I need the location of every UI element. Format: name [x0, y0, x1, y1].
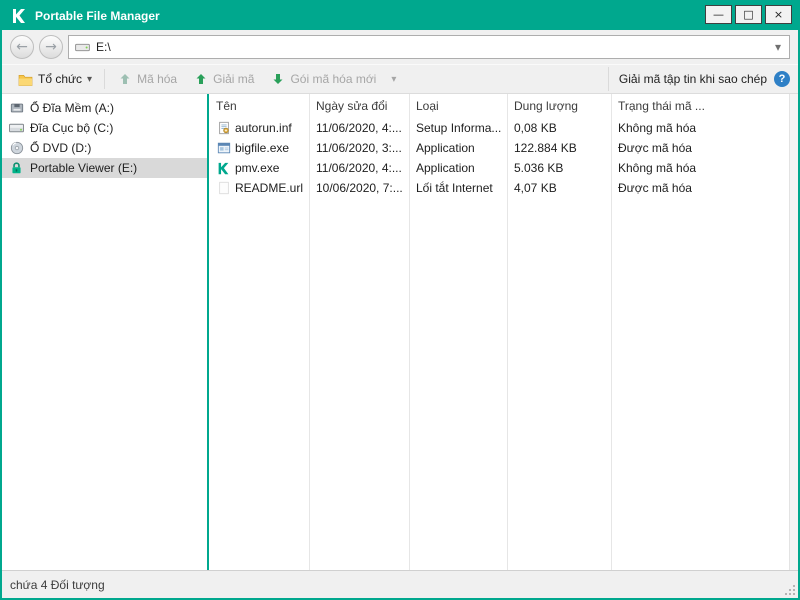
column-header-type[interactable]: Loại: [409, 99, 507, 113]
decrypt-on-copy-label: Giải mã tập tin khi sao chép: [618, 72, 767, 86]
sidebar-item-local-disk-c[interactable]: Đĩa Cục bộ (C:): [2, 118, 207, 138]
minimize-button[interactable]: —: [705, 5, 732, 24]
new-package-down-arrow-icon: [270, 72, 285, 87]
kaspersky-logo-icon: [10, 7, 28, 25]
file-type-cell: Setup Informa...: [416, 121, 502, 135]
file-row[interactable]: README.url 10/06/2020, 7:... Lối tắt Int…: [209, 178, 789, 198]
exe-file-icon: [216, 141, 231, 156]
encrypt-label: Mã hóa: [137, 72, 178, 86]
column-header-modified[interactable]: Ngày sửa đổi: [309, 99, 409, 113]
file-name-cell: bigfile.exe: [209, 141, 309, 156]
status-text: chứa 4 Đối tượng: [10, 577, 105, 592]
file-size-cell: 4,07 KB: [514, 181, 557, 195]
file-name: autorun.inf: [235, 121, 292, 135]
portable-file-manager-window: Portable File Manager — □ × ← → E:\ ▾ Tổ…: [0, 0, 800, 600]
file-modified-cell: 11/06/2020, 4:...: [316, 161, 402, 175]
main-area: Ổ Đĩa Mềm (A:) Đĩa Cục bộ (C:) Ổ DVD (D:…: [2, 94, 798, 570]
file-status-cell: Được mã hóa: [618, 141, 692, 155]
file-list: Tên Ngày sửa đổi Loại Dung lượng Trạng t…: [209, 94, 789, 570]
folder-icon: [18, 72, 33, 87]
file-modified-cell: 10/06/2020, 7:...: [316, 181, 403, 195]
close-button[interactable]: ×: [765, 5, 792, 24]
address-dropdown-icon[interactable]: ▾: [773, 40, 783, 54]
organize-button[interactable]: Tổ chức ▾: [10, 67, 100, 91]
vertical-scrollbar[interactable]: [789, 94, 798, 570]
file-name-cell: autorun.inf: [209, 121, 309, 136]
url-file-icon: [216, 181, 231, 196]
hard-drive-icon: [9, 121, 24, 136]
file-status-cell: Được mã hóa: [618, 181, 692, 195]
column-header-encryption-status[interactable]: Trạng thái mã ...: [611, 99, 789, 113]
encrypt-button[interactable]: Mã hóa: [109, 67, 185, 91]
toolbar: Tổ chức ▾ Mã hóa Giải mã Gói mã hóa mới …: [2, 64, 798, 94]
sidebar-item-label: Portable Viewer (E:): [30, 161, 138, 175]
file-row[interactable]: pmv.exe 11/06/2020, 4:... Application 5.…: [209, 158, 789, 178]
organize-label: Tổ chức: [38, 72, 83, 86]
file-name: README.url: [235, 181, 304, 195]
window-controls: — □ ×: [705, 2, 798, 30]
sidebar-item-label: Ổ Đĩa Mềm (A:): [30, 101, 115, 115]
sidebar-item-portable-viewer-e[interactable]: Portable Viewer (E:): [2, 158, 207, 178]
ini-file-icon: [216, 121, 231, 136]
back-button[interactable]: ←: [10, 35, 34, 59]
new-package-label: Gói mã hóa mới: [290, 72, 377, 86]
lock-icon: [9, 161, 24, 176]
file-row[interactable]: bigfile.exe 11/06/2020, 3:... Applicatio…: [209, 138, 789, 158]
file-type-cell: Application: [416, 141, 475, 155]
file-type-cell: Lối tắt Internet: [416, 181, 493, 195]
dvd-drive-icon: [9, 141, 24, 156]
status-bar: chứa 4 Đối tượng: [2, 570, 798, 598]
decrypt-label: Giải mã: [213, 72, 255, 86]
file-row[interactable]: autorun.inf 11/06/2020, 4:... Setup Info…: [209, 118, 789, 138]
column-header-size[interactable]: Dung lượng: [507, 99, 611, 113]
file-size-cell: 122.884 KB: [514, 141, 577, 155]
toolbar-right-group: Giải mã tập tin khi sao chép ?: [607, 67, 790, 91]
maximize-button[interactable]: □: [735, 5, 762, 24]
decrypt-up-arrow-icon: [193, 72, 208, 87]
drives-sidebar: Ổ Đĩa Mềm (A:) Đĩa Cục bộ (C:) Ổ DVD (D:…: [2, 94, 207, 570]
file-name: pmv.exe: [235, 161, 280, 175]
file-name-cell: README.url: [209, 181, 309, 196]
decrypt-button[interactable]: Giải mã: [185, 67, 262, 91]
window-title: Portable File Manager: [35, 9, 160, 23]
address-path: E:\: [96, 40, 111, 54]
sidebar-item-label: Đĩa Cục bộ (C:): [30, 121, 114, 135]
chevron-down-icon[interactable]: ▾: [391, 74, 396, 85]
file-status-cell: Không mã hóa: [618, 121, 697, 135]
drive-icon: [75, 40, 90, 55]
sidebar-item-dvd-d[interactable]: Ổ DVD (D:): [2, 138, 207, 158]
address-bar[interactable]: E:\ ▾: [68, 35, 790, 59]
new-package-button[interactable]: Gói mã hóa mới ▾: [262, 67, 404, 91]
file-modified-cell: 11/06/2020, 4:...: [316, 121, 402, 135]
column-headers: Tên Ngày sửa đổi Loại Dung lượng Trạng t…: [209, 94, 789, 118]
file-name-cell: pmv.exe: [209, 161, 309, 176]
file-modified-cell: 11/06/2020, 3:...: [316, 141, 402, 155]
toolbar-separator: [104, 69, 106, 89]
encrypt-up-arrow-icon: [117, 72, 132, 87]
forward-button[interactable]: →: [39, 35, 63, 59]
sidebar-item-floppy-a[interactable]: Ổ Đĩa Mềm (A:): [2, 98, 207, 118]
chevron-down-icon: ▾: [87, 73, 93, 85]
file-name: bigfile.exe: [235, 141, 290, 155]
help-icon[interactable]: ?: [774, 71, 790, 87]
file-size-cell: 5.036 KB: [514, 161, 564, 175]
floppy-drive-icon: [9, 101, 24, 116]
file-status-cell: Không mã hóa: [618, 161, 697, 175]
kaspersky-file-icon: [216, 161, 231, 176]
sidebar-item-label: Ổ DVD (D:): [30, 141, 92, 155]
file-size-cell: 0,08 KB: [514, 121, 557, 135]
navigation-bar: ← → E:\ ▾: [2, 30, 798, 64]
titlebar: Portable File Manager — □ ×: [2, 2, 798, 30]
column-header-name[interactable]: Tên: [209, 99, 309, 113]
resize-grip[interactable]: [783, 583, 795, 595]
file-type-cell: Application: [416, 161, 475, 175]
